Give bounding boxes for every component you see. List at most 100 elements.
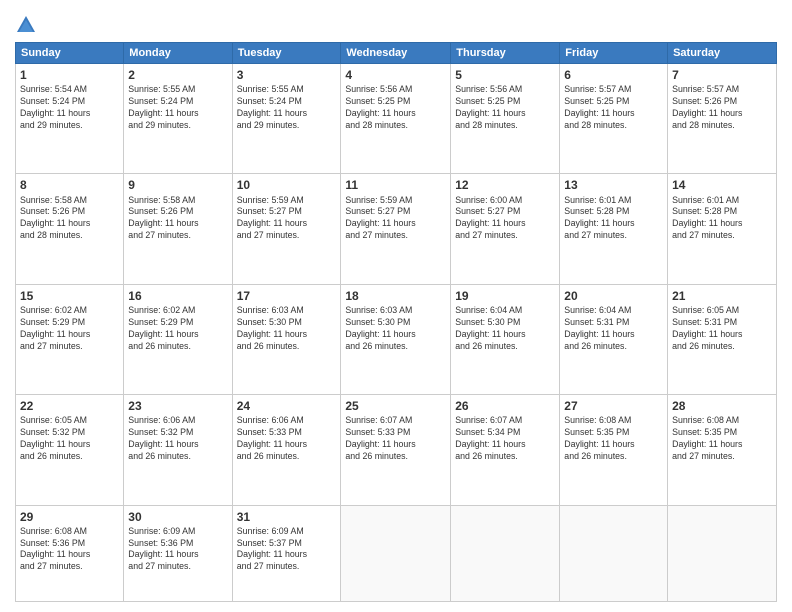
calendar-day-empty [451, 505, 560, 602]
calendar-day-23: 23Sunrise: 6:06 AM Sunset: 5:32 PM Dayli… [124, 395, 232, 505]
day-info: Sunrise: 6:05 AM Sunset: 5:32 PM Dayligh… [20, 415, 119, 463]
day-info: Sunrise: 5:56 AM Sunset: 5:25 PM Dayligh… [345, 84, 446, 132]
calendar-day-5: 5Sunrise: 5:56 AM Sunset: 5:25 PM Daylig… [451, 64, 560, 174]
day-info: Sunrise: 6:00 AM Sunset: 5:27 PM Dayligh… [455, 195, 555, 243]
logo-icon [15, 14, 37, 36]
day-info: Sunrise: 6:02 AM Sunset: 5:29 PM Dayligh… [20, 305, 119, 353]
day-number: 16 [128, 288, 227, 304]
day-info: Sunrise: 5:55 AM Sunset: 5:24 PM Dayligh… [128, 84, 227, 132]
calendar-day-19: 19Sunrise: 6:04 AM Sunset: 5:30 PM Dayli… [451, 284, 560, 394]
day-number: 29 [20, 509, 119, 525]
day-info: Sunrise: 6:09 AM Sunset: 5:36 PM Dayligh… [128, 526, 227, 574]
day-info: Sunrise: 6:02 AM Sunset: 5:29 PM Dayligh… [128, 305, 227, 353]
calendar-day-6: 6Sunrise: 5:57 AM Sunset: 5:25 PM Daylig… [560, 64, 668, 174]
calendar-header-sunday: Sunday [16, 43, 124, 64]
day-info: Sunrise: 6:05 AM Sunset: 5:31 PM Dayligh… [672, 305, 772, 353]
day-info: Sunrise: 6:07 AM Sunset: 5:34 PM Dayligh… [455, 415, 555, 463]
logo [15, 14, 41, 36]
day-number: 28 [672, 398, 772, 414]
day-number: 11 [345, 177, 446, 193]
day-info: Sunrise: 6:06 AM Sunset: 5:33 PM Dayligh… [237, 415, 337, 463]
day-info: Sunrise: 5:59 AM Sunset: 5:27 PM Dayligh… [345, 195, 446, 243]
calendar-day-2: 2Sunrise: 5:55 AM Sunset: 5:24 PM Daylig… [124, 64, 232, 174]
calendar-table: SundayMondayTuesdayWednesdayThursdayFrid… [15, 42, 777, 602]
calendar-week-row-5: 29Sunrise: 6:08 AM Sunset: 5:36 PM Dayli… [16, 505, 777, 602]
day-info: Sunrise: 5:58 AM Sunset: 5:26 PM Dayligh… [20, 195, 119, 243]
day-number: 19 [455, 288, 555, 304]
calendar-week-row-1: 1Sunrise: 5:54 AM Sunset: 5:24 PM Daylig… [16, 64, 777, 174]
calendar-day-26: 26Sunrise: 6:07 AM Sunset: 5:34 PM Dayli… [451, 395, 560, 505]
calendar-header-saturday: Saturday [668, 43, 777, 64]
calendar-day-8: 8 Sunrise: 5:58 AM Sunset: 5:26 PM Daylig… [16, 174, 124, 284]
day-number: 5 [455, 67, 555, 83]
day-info: Sunrise: 5:56 AM Sunset: 5:25 PM Dayligh… [455, 84, 555, 132]
calendar-day-20: 20Sunrise: 6:04 AM Sunset: 5:31 PM Dayli… [560, 284, 668, 394]
calendar-header-row: SundayMondayTuesdayWednesdayThursdayFrid… [16, 43, 777, 64]
calendar-header-friday: Friday [560, 43, 668, 64]
day-number: 13 [564, 177, 663, 193]
day-info: Sunrise: 6:06 AM Sunset: 5:32 PM Dayligh… [128, 415, 227, 463]
day-number: 17 [237, 288, 337, 304]
day-info: Sunrise: 5:58 AM Sunset: 5:26 PM Dayligh… [128, 195, 227, 243]
day-info: Sunrise: 6:03 AM Sunset: 5:30 PM Dayligh… [237, 305, 337, 353]
calendar-day-16: 16Sunrise: 6:02 AM Sunset: 5:29 PM Dayli… [124, 284, 232, 394]
day-info: Sunrise: 6:09 AM Sunset: 5:37 PM Dayligh… [237, 526, 337, 574]
day-info: Sunrise: 5:54 AM Sunset: 5:24 PM Dayligh… [20, 84, 119, 132]
calendar-day-empty [560, 505, 668, 602]
day-number: 27 [564, 398, 663, 414]
calendar-day-empty [341, 505, 451, 602]
day-number: 22 [20, 398, 119, 414]
day-info: Sunrise: 6:08 AM Sunset: 5:35 PM Dayligh… [672, 415, 772, 463]
calendar-day-25: 25Sunrise: 6:07 AM Sunset: 5:33 PM Dayli… [341, 395, 451, 505]
calendar-day-21: 21Sunrise: 6:05 AM Sunset: 5:31 PM Dayli… [668, 284, 777, 394]
day-info: Sunrise: 6:01 AM Sunset: 5:28 PM Dayligh… [672, 195, 772, 243]
day-number: 20 [564, 288, 663, 304]
calendar-day-29: 29Sunrise: 6:08 AM Sunset: 5:36 PM Dayli… [16, 505, 124, 602]
calendar-day-15: 15Sunrise: 6:02 AM Sunset: 5:29 PM Dayli… [16, 284, 124, 394]
day-number: 2 [128, 67, 227, 83]
day-info: Sunrise: 5:57 AM Sunset: 5:26 PM Dayligh… [672, 84, 772, 132]
day-info: Sunrise: 6:07 AM Sunset: 5:33 PM Dayligh… [345, 415, 446, 463]
day-info: Sunrise: 6:04 AM Sunset: 5:31 PM Dayligh… [564, 305, 663, 353]
calendar-day-4: 4Sunrise: 5:56 AM Sunset: 5:25 PM Daylig… [341, 64, 451, 174]
calendar-day-17: 17Sunrise: 6:03 AM Sunset: 5:30 PM Dayli… [232, 284, 341, 394]
calendar-day-30: 30Sunrise: 6:09 AM Sunset: 5:36 PM Dayli… [124, 505, 232, 602]
calendar-week-row-2: 8 Sunrise: 5:58 AM Sunset: 5:26 PM Daylig… [16, 174, 777, 284]
day-number: 7 [672, 67, 772, 83]
day-number: 12 [455, 177, 555, 193]
calendar-day-7: 7Sunrise: 5:57 AM Sunset: 5:26 PM Daylig… [668, 64, 777, 174]
day-info: Sunrise: 6:04 AM Sunset: 5:30 PM Dayligh… [455, 305, 555, 353]
day-info: Sunrise: 5:55 AM Sunset: 5:24 PM Dayligh… [237, 84, 337, 132]
day-number: 3 [237, 67, 337, 83]
page: SundayMondayTuesdayWednesdayThursdayFrid… [0, 0, 792, 612]
day-number: 30 [128, 509, 227, 525]
day-number: 10 [237, 177, 337, 193]
calendar-day-27: 27Sunrise: 6:08 AM Sunset: 5:35 PM Dayli… [560, 395, 668, 505]
day-number: 1 [20, 67, 119, 83]
day-number: 24 [237, 398, 337, 414]
calendar-day-9: 9 Sunrise: 5:58 AM Sunset: 5:26 PM Daylig… [124, 174, 232, 284]
header [15, 10, 777, 36]
calendar-day-1: 1Sunrise: 5:54 AM Sunset: 5:24 PM Daylig… [16, 64, 124, 174]
calendar-day-28: 28Sunrise: 6:08 AM Sunset: 5:35 PM Dayli… [668, 395, 777, 505]
calendar-header-monday: Monday [124, 43, 232, 64]
day-number: 26 [455, 398, 555, 414]
calendar-day-31: 31Sunrise: 6:09 AM Sunset: 5:37 PM Dayli… [232, 505, 341, 602]
calendar-day-12: 12 Sunrise: 6:00 AM Sunset: 5:27 PM Dayli… [451, 174, 560, 284]
calendar-day-22: 22Sunrise: 6:05 AM Sunset: 5:32 PM Dayli… [16, 395, 124, 505]
calendar-day-3: 3Sunrise: 5:55 AM Sunset: 5:24 PM Daylig… [232, 64, 341, 174]
day-info: Sunrise: 5:57 AM Sunset: 5:25 PM Dayligh… [564, 84, 663, 132]
day-number: 23 [128, 398, 227, 414]
day-number: 8 [20, 177, 119, 193]
calendar-header-wednesday: Wednesday [341, 43, 451, 64]
day-number: 14 [672, 177, 772, 193]
day-number: 21 [672, 288, 772, 304]
day-number: 25 [345, 398, 446, 414]
day-number: 9 [128, 177, 227, 193]
day-info: Sunrise: 5:59 AM Sunset: 5:27 PM Dayligh… [237, 195, 337, 243]
day-number: 31 [237, 509, 337, 525]
day-number: 18 [345, 288, 446, 304]
day-info: Sunrise: 6:08 AM Sunset: 5:35 PM Dayligh… [564, 415, 663, 463]
day-info: Sunrise: 6:03 AM Sunset: 5:30 PM Dayligh… [345, 305, 446, 353]
calendar-week-row-4: 22Sunrise: 6:05 AM Sunset: 5:32 PM Dayli… [16, 395, 777, 505]
